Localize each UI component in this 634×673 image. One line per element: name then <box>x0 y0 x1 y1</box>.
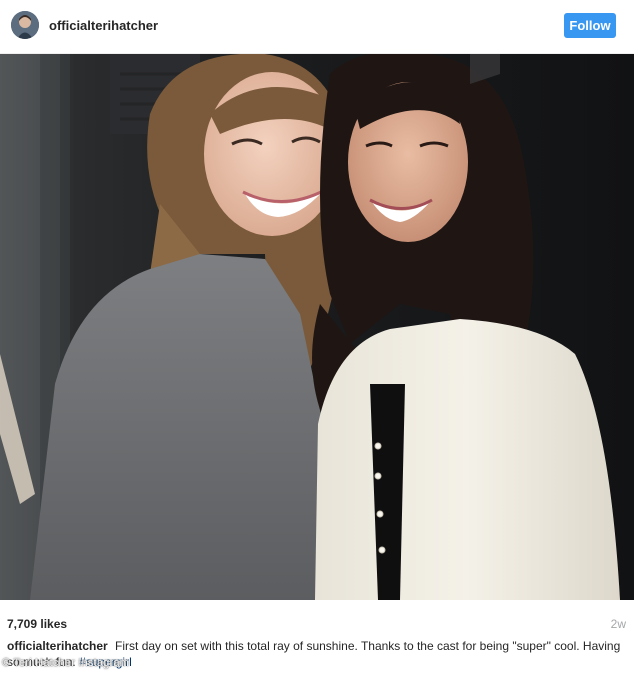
post-header: officialterihatcher Follow <box>0 0 634 54</box>
post-photo[interactable] <box>0 54 634 600</box>
username-link[interactable]: officialterihatcher <box>49 18 158 33</box>
avatar-image <box>11 11 39 39</box>
instagram-post: officialterihatcher Follow 7,709 likes 2… <box>0 0 634 673</box>
avatar[interactable] <box>11 11 39 39</box>
follow-button[interactable]: Follow <box>564 13 616 38</box>
photo-image <box>0 54 634 600</box>
photo-credit-watermark: © Teri Hatcher Instagram <box>2 657 130 669</box>
post-timestamp[interactable]: 2w <box>611 617 626 631</box>
caption-username-link[interactable]: officialterihatcher <box>7 639 108 653</box>
likes-count[interactable]: 7,709 likes <box>7 617 67 631</box>
